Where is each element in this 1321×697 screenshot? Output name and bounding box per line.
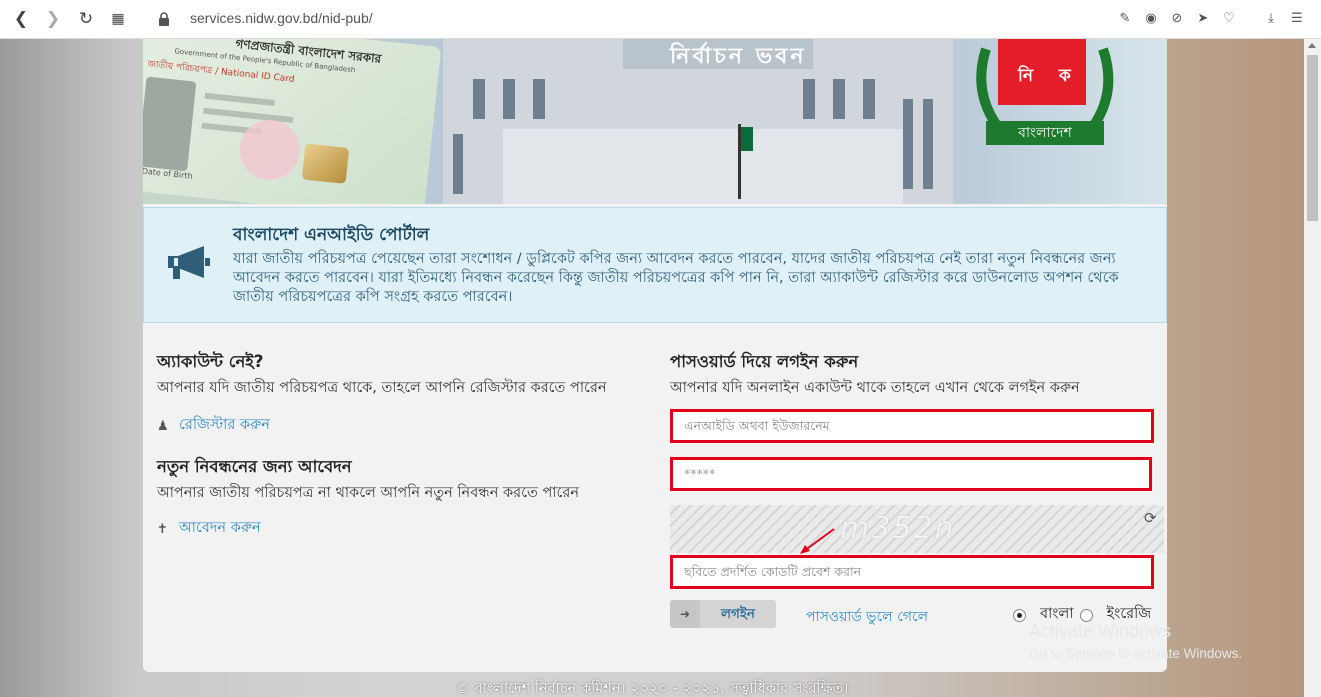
page-scrollbar[interactable] [1304,39,1321,697]
footer-copyright: © বাংলাদেশ নির্বাচন কমিশন। ২০২০ - ২০২১, … [455,681,849,697]
radio-bangla[interactable] [1013,608,1026,622]
id-card-image: গণপ্রজাতন্ত্রী বাংলাদেশ সরকার Government… [143,39,442,204]
back-icon[interactable]: ❮ [10,8,32,30]
red-arrow-icon [800,528,835,554]
scroll-thumb[interactable] [1307,55,1318,221]
apply-link[interactable]: ✝ আবেদন করুন [157,517,627,541]
sign-in-icon: ➜ [670,600,700,628]
election-commission-logo: নি ক বাংলাদেশ [968,39,1123,154]
building-sign: নির্বাচন ভবন [670,44,807,69]
new-registration-text: আপনার জাতীয় পরিচয়পত্র না থাকলে আপনি নত… [157,485,579,501]
apply-link-label[interactable]: আবেদন করুন [179,517,261,541]
reload-icon[interactable]: ↻ [75,8,97,30]
refresh-captcha-icon[interactable]: ⟳ [1144,509,1160,527]
new-registration-title: নতুন নিবন্ধনের জন্য আবেদন [157,457,352,476]
username-input[interactable]: এনআইডি অথবা ইউজারনেম [670,409,1154,443]
activate-line1: Activate Windows [1029,621,1172,641]
header-banner: নির্বাচন ভবন গণপ্রজাতন্ত্রী বাংলাদেশ সরক… [143,39,1167,204]
info-body: যারা জাতীয় পরিচয়পত্র পেয়েছেন তারা সংশ… [233,251,1119,305]
left-column: অ্যাকাউন্ট নেই? আপনার যদি জাতীয় পরিচয়প… [157,349,627,541]
login-text: আপনার যদি অনলাইন একাউন্ট থাকে তাহলে এখান… [670,380,1080,396]
browser-toolbar: ❮ ❯ ↻ ▦ services.nidw.gov.bd/nid-pub/ ✎ … [0,0,1321,39]
megaphone-icon [168,246,210,279]
logo-text: নি ক [1018,66,1081,86]
forgot-password-link[interactable]: পাসওয়ার্ড ভুলে গেলে [806,605,928,629]
heart-icon[interactable]: ♡ [1219,9,1239,29]
user-icon: ♟ [157,418,169,434]
no-account-title: অ্যাকাউন্ট নেই? [157,352,264,371]
password-input[interactable]: ***** [670,457,1152,491]
tabs-grid-icon[interactable]: ▦ [107,8,129,30]
register-link[interactable]: ♟ রেজিস্টার করুন [157,414,627,438]
register-link-label[interactable]: রেজিস্টার করুন [179,414,270,438]
no-account-text: আপনার যদি জাতীয় পরিচয়পত্র থাকে, তাহলে … [157,380,607,396]
camera-icon[interactable]: ◉ [1141,9,1161,29]
captcha-image: m352n ⟳ [670,505,1164,553]
info-title: বাংলাদেশ এনআইডি পোর্টাল [233,225,430,245]
radio-english[interactable] [1079,608,1093,622]
activate-line2: Go to Settings to activate Windows. [1029,646,1243,661]
person-icon: ✝ [157,521,168,537]
captcha-input[interactable]: ছবিতে প্রদর্শিত কোডটি প্রবেশ করান [670,555,1154,589]
download-icon[interactable]: ⤓ [1261,9,1281,29]
main-card: নির্বাচন ভবন গণপ্রজাতন্ত্রী বাংলাদেশ সরক… [143,39,1167,672]
forward-icon[interactable]: ❯ [42,8,64,30]
scroll-up-arrow-icon[interactable] [1308,43,1316,48]
block-icon[interactable]: ⊘ [1167,9,1187,29]
login-section: পাসওয়ার্ড দিয়ে লগইন করুন আপনার যদি অনল… [670,349,1154,398]
edit-icon[interactable]: ✎ [1115,9,1135,29]
info-panel: বাংলাদেশ এনআইডি পোর্টাল যারা জাতীয় পরিচ… [143,207,1167,323]
send-icon[interactable]: ➤ [1193,9,1213,29]
login-button-label: লগইন [721,605,755,622]
activate-windows-watermark: Activate Windows Go to Settings to activ… [1029,621,1242,661]
login-title: পাসওয়ার্ড দিয়ে লগইন করুন [670,352,859,371]
menu-icon[interactable]: ☰ [1287,9,1307,29]
address-bar[interactable]: services.nidw.gov.bd/nid-pub/ [190,10,373,26]
captcha-code: m352n [840,511,956,546]
logo-band-text: বাংলাদেশ [986,121,1104,145]
card-chip [301,143,350,184]
lock-icon [159,12,169,26]
login-button[interactable]: ➜ লগইন [670,600,776,628]
